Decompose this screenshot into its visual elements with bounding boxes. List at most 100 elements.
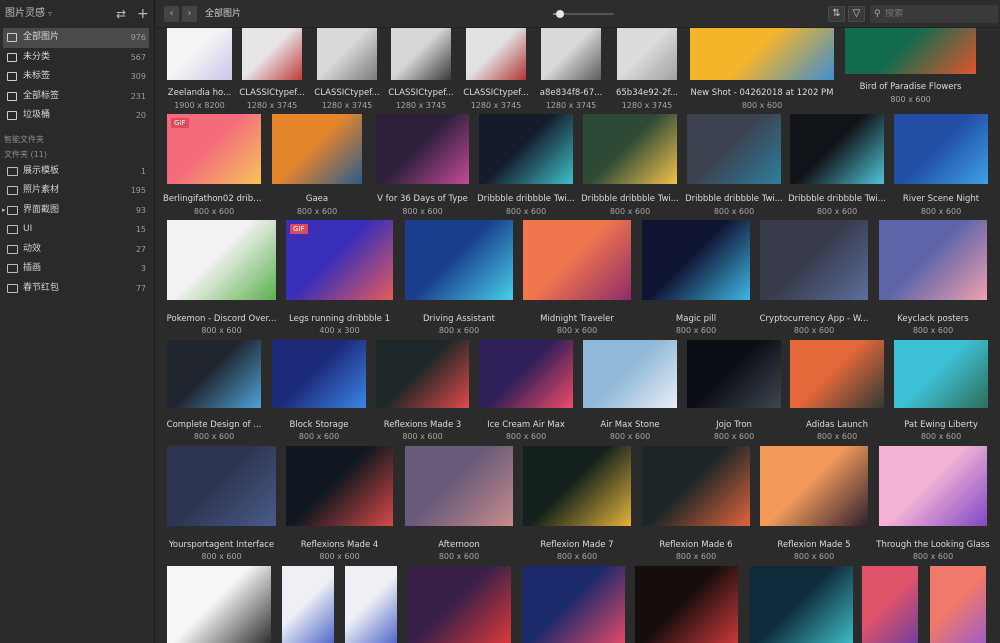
image-thumbnail[interactable] [930,566,986,643]
folder-item-0[interactable]: 展示模板 1 [3,162,149,182]
image-thumbnail[interactable] [642,220,750,300]
image-thumbnail[interactable] [522,566,625,643]
image-thumbnail[interactable] [405,446,513,526]
image-card[interactable]: River Scene Night 800 x 600 [894,114,988,219]
folder-item-2[interactable]: ▸ 界面截图 93 [2,201,149,221]
image-card[interactable]: Keyclack posters 800 x 600 [879,220,987,338]
image-card[interactable]: Dribbble dribbble Twi... 800 x 600 [477,114,575,219]
image-card[interactable]: Complete Design of ... 800 x 600 [167,340,261,444]
folder-item-3[interactable]: UI 15 [3,220,149,240]
folder-item-1[interactable]: 照片素材 195 [3,181,149,201]
image-thumbnail[interactable] [391,28,451,80]
image-thumbnail[interactable] [167,220,276,300]
image-thumbnail[interactable] [523,220,631,300]
image-thumbnail[interactable] [750,566,853,643]
image-card[interactable]: Dribbble dribbble Twi... 800 x 600 [788,114,886,219]
image-thumbnail[interactable] [376,114,469,184]
image-thumbnail[interactable] [405,220,513,300]
image-thumbnail[interactable] [167,566,271,643]
image-card[interactable]: Air Max Stone 800 x 600 [583,340,677,444]
sort-icon[interactable]: ⇅ [828,6,845,22]
image-thumbnail[interactable] [583,114,677,184]
image-thumbnail[interactable] [479,114,573,184]
image-card[interactable]: Pat Ewing Liberty 800 x 600 [894,340,988,444]
scrollbar[interactable] [995,30,999,630]
image-card[interactable]: Pokemon - Discord Over... 800 x 600 [167,220,276,338]
sidebar-item-1[interactable]: 未分类 567 [3,48,149,68]
image-card[interactable]: Adidas Launch 800 x 600 [790,340,884,444]
image-thumbnail[interactable] [167,446,276,526]
image-thumbnail[interactable] [894,340,988,408]
zoom-slider[interactable] [553,10,614,18]
image-thumbnail[interactable] [617,28,677,80]
image-thumbnail[interactable] [760,446,868,526]
image-card[interactable]: Magic pill 800 x 600 [642,220,750,338]
image-card[interactable] [635,566,738,643]
image-card[interactable]: GIF Berlingifathon02 dribb... 800 x 600 [163,114,265,219]
sidebar-item-4[interactable]: 垃圾桶 20 [3,106,149,126]
image-card[interactable] [408,566,511,643]
swap-icon[interactable]: ⇄ [116,0,126,28]
image-thumbnail[interactable] [272,114,362,184]
zoom-slider-handle[interactable] [556,10,564,18]
folder-item-4[interactable]: 动效 27 [3,240,149,260]
image-card[interactable]: Midnight Traveler 800 x 600 [523,220,631,338]
image-thumbnail[interactable] [286,446,393,526]
image-thumbnail[interactable] [167,340,261,408]
image-thumbnail[interactable] [345,566,397,643]
image-card[interactable]: a8e834f8-67... 1280 x 3745 [540,28,602,113]
image-card[interactable] [750,566,853,643]
image-card[interactable]: Dribbble dribbble Twi... 800 x 600 [685,114,783,219]
image-card[interactable]: Dribbble dribbble Twi... 800 x 600 [581,114,679,219]
image-card[interactable]: CLASSICtypef... 1280 x 3745 [388,28,454,113]
image-card[interactable]: 65b34e92-2f... 1280 x 3745 [616,28,678,113]
image-card[interactable] [345,566,397,643]
plus-icon[interactable]: + [137,0,149,28]
image-thumbnail[interactable] [479,340,573,408]
image-thumbnail[interactable] [790,340,884,408]
sidebar-item-0[interactable]: 全部图片 976 [3,28,149,48]
image-card[interactable]: Zeelandia ho... 1900 x 8200 [167,28,232,113]
image-thumbnail[interactable] [583,340,677,408]
image-card[interactable]: Driving Assistant 800 x 600 [405,220,513,338]
image-thumbnail[interactable] [690,28,834,80]
image-card[interactable]: Jojo Tron 800 x 600 [687,340,781,444]
image-thumbnail[interactable] [635,566,738,643]
chevron-right-icon[interactable]: › [182,6,197,22]
image-card[interactable]: Bird of Paradise Flowers 800 x 600 [845,28,976,107]
image-card[interactable]: Yoursportagent Interface 800 x 600 [167,446,276,564]
image-card[interactable]: Reflexion Made 7 800 x 600 [523,446,631,564]
folder-item-5[interactable]: 插画 3 [3,259,149,279]
image-card[interactable]: Reflexions Made 4 800 x 600 [286,446,393,564]
search-box[interactable]: ⚲ [870,5,998,23]
image-card[interactable]: CLASSICtypef... 1280 x 3745 [239,28,305,113]
library-switcher[interactable]: 图片灵感 ▿ ⇄ + [0,0,154,28]
image-card[interactable]: V for 36 Days of Type 800 x 600 [376,114,469,219]
image-thumbnail[interactable] [642,446,750,526]
chevron-left-icon[interactable]: ‹ [164,6,179,22]
image-thumbnail[interactable] [376,340,469,408]
image-thumbnail[interactable] [408,566,511,643]
image-thumbnail[interactable] [790,114,884,184]
sidebar-item-2[interactable]: 未标签 309 [3,67,149,87]
image-card[interactable]: Cryptocurrency App - W... 800 x 600 [760,220,868,338]
image-card[interactable]: Reflexion Made 5 800 x 600 [760,446,868,564]
image-thumbnail[interactable] [687,340,781,408]
image-thumbnail[interactable] [282,566,334,643]
image-card[interactable]: Reflexions Made 3 800 x 600 [376,340,469,444]
image-card[interactable]: New Shot - 04262018 at 1202 PM 800 x 600 [690,28,834,113]
image-card[interactable]: CLASSICtypef... 1280 x 3745 [314,28,380,113]
image-thumbnail[interactable] [862,566,918,643]
image-card[interactable]: CLASSICtypef... 1280 x 3745 [463,28,529,113]
image-card[interactable]: Through the Looking Glass 800 x 600 [876,446,990,564]
image-card[interactable] [930,566,986,643]
image-card[interactable] [522,566,625,643]
image-card[interactable] [282,566,334,643]
image-thumbnail[interactable] [242,28,302,80]
image-thumbnail[interactable] [167,28,232,80]
image-card[interactable]: Gaea 800 x 600 [272,114,362,219]
image-thumbnail[interactable] [687,114,781,184]
sidebar-item-3[interactable]: 全部标签 231 [3,87,149,107]
image-card[interactable]: Ice Cream Air Max 800 x 600 [479,340,573,444]
image-card[interactable]: Afternoon 800 x 600 [405,446,513,564]
